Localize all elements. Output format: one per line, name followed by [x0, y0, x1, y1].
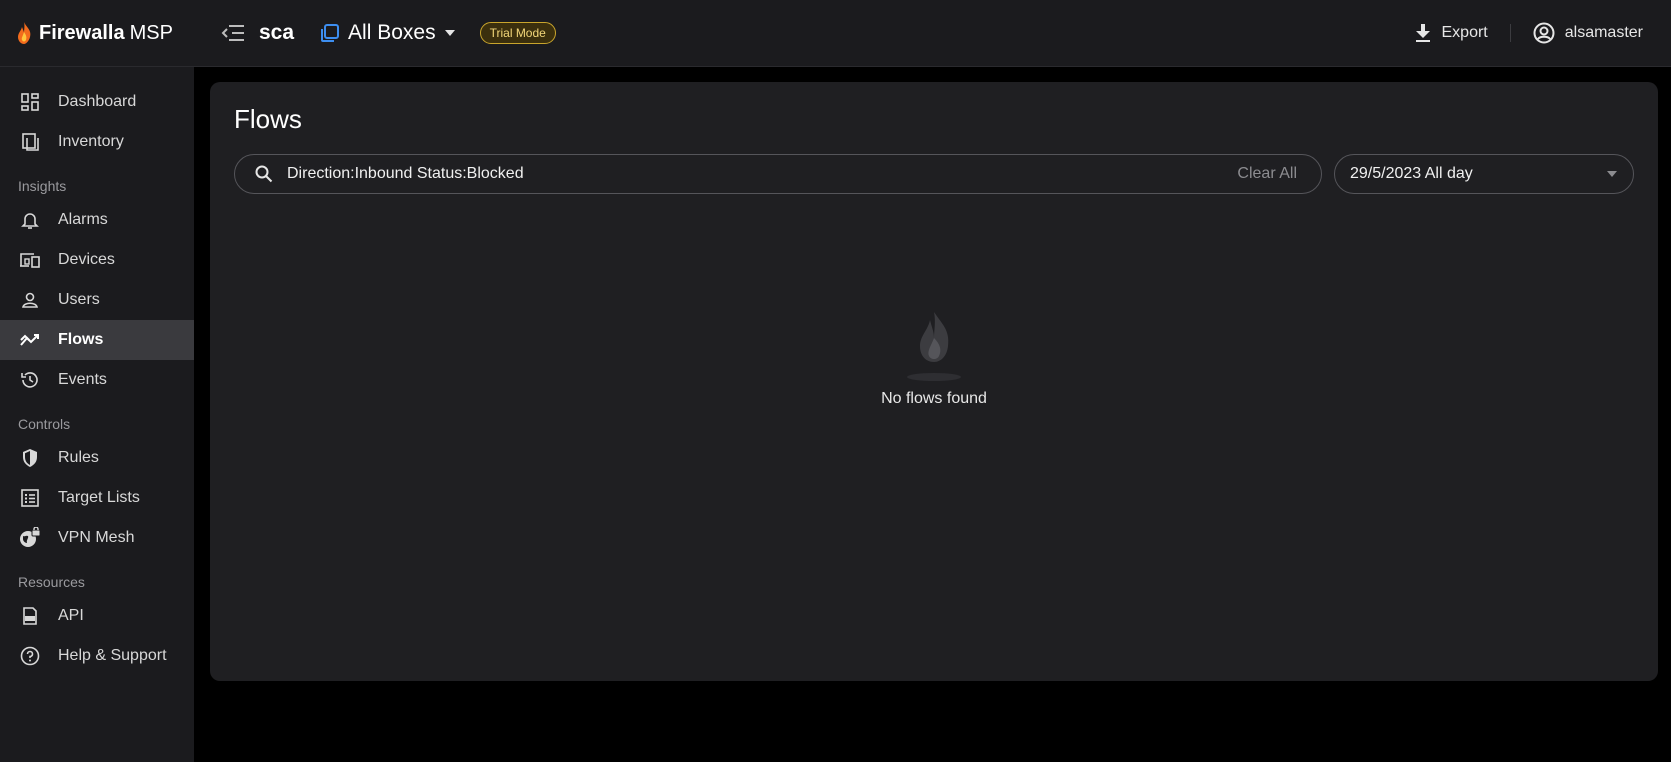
empty-flame-icon [907, 312, 961, 381]
sidebar-item-help-support[interactable]: Help & Support [0, 636, 194, 676]
sidebar-item-inventory[interactable]: Inventory [0, 122, 194, 162]
api-icon [23, 607, 37, 625]
export-label: Export [1441, 24, 1488, 41]
sidebar-item-label: Rules [58, 449, 99, 466]
sidebar-item-vpn-mesh[interactable]: VPN Mesh [0, 518, 194, 558]
sidebar-item-api[interactable]: API [0, 596, 194, 636]
caret-down-icon [1607, 171, 1617, 177]
sidebar-item-label: Help & Support [58, 647, 167, 664]
sidebar-item-label: API [58, 607, 84, 624]
dashboard-icon [21, 93, 39, 111]
page-title: Flows [234, 104, 302, 134]
section-label-resources: Resources [18, 574, 85, 590]
sidebar-item-label: Inventory [58, 133, 124, 150]
globe-lock-icon [20, 527, 41, 547]
empty-state: No flows found [814, 310, 1054, 408]
sidebar-item-label: Events [58, 371, 107, 388]
collapse-menu-icon[interactable] [220, 20, 246, 46]
sidebar: Dashboard Inventory Insights Alarms Devi… [0, 67, 194, 762]
list-icon [21, 489, 39, 507]
box-selector[interactable]: All Boxes [320, 21, 456, 45]
sidebar-item-devices[interactable]: Devices [0, 240, 194, 280]
date-range-value: 29/5/2023 All day [1350, 165, 1473, 182]
sidebar-item-dashboard[interactable]: Dashboard [0, 82, 194, 122]
org-name[interactable]: sca [259, 21, 294, 45]
account-icon [1533, 22, 1555, 44]
history-icon [21, 372, 38, 388]
sidebar-item-alarms[interactable]: Alarms [0, 200, 194, 240]
search-query[interactable]: Direction:Inbound Status:Blocked [287, 165, 1237, 183]
boxes-icon [321, 24, 340, 42]
trial-mode-badge: Trial Mode [479, 22, 556, 44]
top-divider [1509, 24, 1511, 42]
section-label-insights: Insights [18, 178, 67, 194]
empty-state-text: No flows found [881, 390, 987, 407]
sidebar-item-label: VPN Mesh [58, 529, 135, 546]
section-label-controls: Controls [18, 416, 71, 432]
sidebar-item-rules[interactable]: Rules [0, 438, 194, 478]
sidebar-item-target-lists[interactable]: Target Lists [0, 478, 194, 518]
clear-all-button[interactable]: Clear All [1237, 165, 1297, 183]
inventory-icon [22, 133, 39, 151]
sidebar-item-label: Dashboard [58, 93, 137, 110]
devices-icon [20, 253, 40, 268]
brand-name: Firewalla [39, 21, 125, 44]
help-icon [20, 646, 40, 666]
sidebar-item-label: Target Lists [58, 489, 140, 506]
caret-down-icon [444, 30, 455, 36]
username: alsamaster [1564, 24, 1643, 41]
sidebar-item-label: Flows [58, 331, 104, 348]
sidebar-item-events[interactable]: Events [0, 360, 194, 400]
bell-icon [21, 213, 39, 229]
shield-icon [23, 449, 37, 467]
brand-suffix: MSP [129, 21, 173, 44]
sidebar-item-flows[interactable]: Flows [0, 320, 194, 360]
date-range-select[interactable]: 29/5/2023 All day [1334, 154, 1634, 194]
flame-logo-icon [18, 22, 31, 44]
sidebar-item-label: Devices [58, 251, 115, 268]
brand-logo[interactable]: Firewalla MSP [16, 22, 212, 45]
sidebar-item-label: Users [58, 291, 100, 308]
sidebar-item-label: Alarms [58, 211, 108, 228]
flows-panel: Flows Direction:Inbound Status:Blocked C… [210, 82, 1658, 681]
search-input[interactable]: Direction:Inbound Status:Blocked Clear A… [234, 154, 1322, 194]
top-bar: Firewalla MSP sca All Boxes Trial Mode E… [0, 0, 1671, 67]
user-menu[interactable]: alsamaster [1533, 22, 1643, 44]
box-selector-label: All Boxes [348, 21, 436, 44]
export-button[interactable]: Export [1414, 23, 1488, 43]
sidebar-item-users[interactable]: Users [0, 280, 194, 320]
flows-icon [20, 334, 39, 346]
download-icon [1415, 24, 1430, 42]
search-icon [255, 165, 273, 183]
user-icon [22, 292, 38, 308]
